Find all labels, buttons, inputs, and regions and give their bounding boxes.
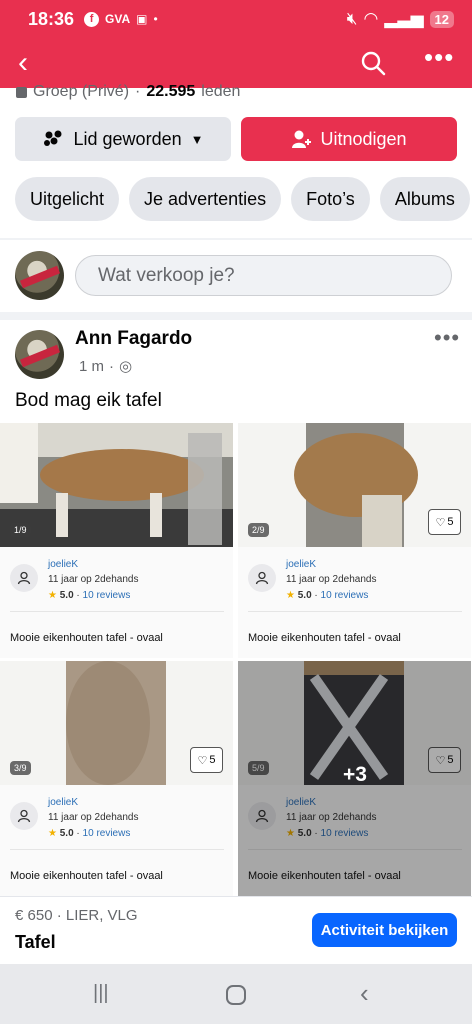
seller-name[interactable]: joelieK	[48, 559, 78, 570]
listing-grid: 1/9 joelieK 11 jaar op 2dehands ★ 5.0 · …	[0, 423, 472, 896]
status-time: 18:36	[28, 8, 75, 29]
listing-title[interactable]: Mooie eikenhouten tafel - ovaal	[248, 632, 401, 644]
screenshot-icon: ▣	[136, 12, 148, 26]
seller-rating: ★ 5.0 · 10 reviews	[48, 590, 131, 601]
seller-since: 11 jaar op 2dehands	[286, 812, 377, 823]
seller-since: 11 jaar op 2dehands	[48, 574, 139, 585]
listing-title[interactable]: Mooie eikenhouten tafel - ovaal	[248, 870, 401, 882]
search-icon[interactable]	[360, 50, 386, 81]
composer-input[interactable]: Wat verkoop je?	[75, 255, 452, 296]
seller-rating: ★ 5.0 · 10 reviews	[286, 590, 369, 601]
tab-your-listings[interactable]: Je advertenties	[129, 177, 282, 221]
divider	[10, 849, 224, 850]
group-actions: Lid geworden ▼ Uitnodigen	[15, 117, 457, 161]
add-person-icon	[292, 130, 312, 148]
seller-info: joelieK 11 jaar op 2dehands ★ 5.0 · 10 r…	[10, 559, 224, 611]
group-privacy: Groep (Privé)	[33, 83, 130, 100]
listing-price: € 650 · LIER, VLG	[15, 907, 138, 924]
lock-icon	[16, 86, 27, 98]
listing-card[interactable]: 3/9 ♡ 5 joelieK 11 jaar op 2dehands ★ 5.0…	[0, 661, 234, 896]
post-time[interactable]: 1 m	[79, 358, 104, 375]
mute-icon: 🔇︎	[346, 9, 358, 28]
photo-counter: 1/9	[10, 523, 31, 537]
user-icon	[248, 564, 276, 592]
tab-albums[interactable]: Albums	[379, 177, 470, 221]
photo-counter: 2/9	[248, 523, 269, 537]
system-nav-bar: ||| ‹	[0, 964, 472, 1024]
author-avatar[interactable]	[15, 330, 64, 379]
table-photo-image	[0, 423, 233, 547]
listing-card[interactable]: 1/9 joelieK 11 jaar op 2dehands ★ 5.0 · …	[0, 423, 234, 658]
more-icon[interactable]: •••	[424, 42, 454, 73]
seller-since: 11 jaar op 2dehands	[48, 812, 139, 823]
listing-bar: € 650 · LIER, VLG Tafel Activiteit bekij…	[0, 896, 472, 962]
signal-icon: ▂▃▅	[384, 9, 424, 28]
group-tabs: Uitgelicht Je advertenties Foto’s Albums	[15, 177, 470, 221]
divider	[0, 238, 472, 240]
star-icon: ★	[286, 828, 295, 839]
wifi-icon: ◠	[363, 9, 379, 28]
join-button[interactable]: Lid geworden ▼	[15, 117, 231, 161]
seller-info: joelieK 11 jaar op 2dehands ★ 5.0 · 10 r…	[248, 559, 462, 611]
divider	[248, 849, 462, 850]
seller-info: joelieK 11 jaar op 2dehands ★ 5.0 · 10 r…	[10, 797, 224, 849]
seller-name[interactable]: joelieK	[286, 797, 316, 808]
status-bar: 18:36 f GVA ▣ • 🔇︎ ◠ ▂▃▅ 12	[0, 0, 472, 38]
user-icon	[10, 802, 38, 830]
member-label: leden	[201, 83, 241, 100]
home-icon[interactable]	[225, 984, 247, 1012]
my-avatar[interactable]	[15, 251, 64, 300]
members-audience-icon: ◎	[119, 358, 133, 375]
divider	[0, 312, 472, 320]
post-meta: 1 m · ◎	[79, 357, 133, 376]
photo-counter: 3/9	[10, 761, 31, 775]
post-more-icon[interactable]: •••	[434, 325, 460, 351]
listing-card[interactable]: 2/9 ♡ 5 joelieK 11 jaar op 2dehands ★ 5.0…	[238, 423, 472, 658]
recent-apps-icon[interactable]: |||	[93, 982, 109, 1005]
battery-badge: 12	[429, 10, 454, 28]
member-count: 22.595	[146, 83, 196, 100]
divider	[10, 611, 224, 612]
back-icon[interactable]: ‹	[360, 978, 369, 1009]
divider	[248, 611, 462, 612]
star-icon: ★	[48, 590, 57, 601]
heart-icon: ♡	[435, 516, 446, 529]
listing-title[interactable]: Mooie eikenhouten tafel - ovaal	[10, 870, 163, 882]
invite-button[interactable]: Uitnodigen	[241, 117, 457, 161]
facebook-icon: f	[84, 11, 100, 27]
top-app-bar: ‹ •••	[0, 38, 472, 88]
listing-title[interactable]: Mooie eikenhouten tafel - ovaal	[10, 632, 163, 644]
more-photos-count[interactable]: +3	[238, 763, 472, 787]
tab-featured[interactable]: Uitgelicht	[15, 177, 120, 221]
invite-label: Uitnodigen	[320, 128, 407, 149]
caret-down-icon: ▼	[190, 131, 204, 147]
view-activity-button[interactable]: Activiteit bekijken	[312, 913, 457, 947]
listing-photo[interactable]	[0, 423, 233, 547]
seller-rating: ★ 5.0 · 10 reviews	[286, 828, 369, 839]
tab-photos[interactable]: Foto’s	[291, 177, 370, 221]
seller-info: joelieK 11 jaar op 2dehands ★ 5.0 · 10 r…	[248, 797, 462, 849]
join-label: Lid geworden	[73, 128, 182, 149]
favorite-button[interactable]: ♡ 5	[190, 747, 223, 773]
post-text: Bod mag eik tafel	[15, 390, 162, 411]
group-info: Groep (Privé) · 22.595 leden	[16, 83, 240, 101]
listing-bar-title: Tafel	[15, 932, 56, 952]
seller-name[interactable]: joelieK	[286, 559, 316, 570]
favorite-button[interactable]: ♡ 5	[428, 509, 461, 535]
chevron-left-icon[interactable]: ‹	[18, 48, 28, 78]
people-icon	[43, 130, 62, 146]
seller-name[interactable]: joelieK	[48, 797, 78, 808]
heart-icon: ♡	[197, 754, 208, 767]
star-icon: ★	[48, 828, 57, 839]
carrier-label: GVA	[105, 12, 131, 26]
seller-rating: ★ 5.0 · 10 reviews	[48, 828, 131, 839]
post-author[interactable]: Ann Fagardo	[75, 328, 192, 350]
dot-icon: •	[153, 12, 158, 26]
star-icon: ★	[286, 590, 295, 601]
user-icon	[248, 802, 276, 830]
seller-since: 11 jaar op 2dehands	[286, 574, 377, 585]
user-icon	[10, 564, 38, 592]
